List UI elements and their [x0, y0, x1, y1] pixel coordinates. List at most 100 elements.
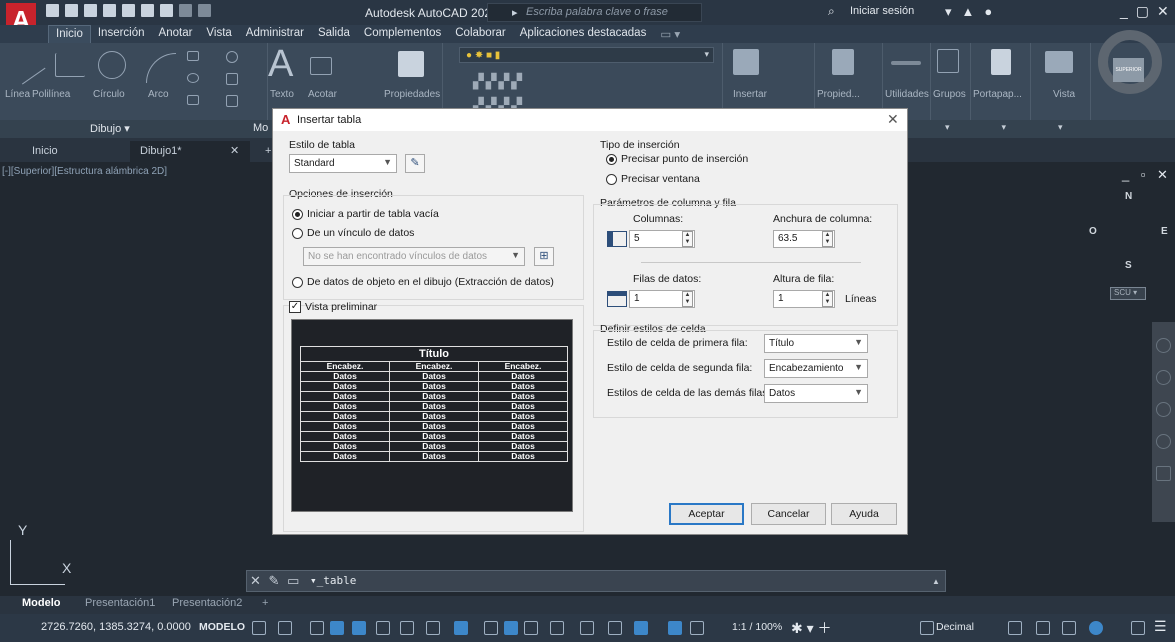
- ribbon-tab-inicio[interactable]: Inicio: [48, 25, 91, 43]
- radio-data-extraction-label[interactable]: De datos de objeto en el dibujo (Extracc…: [307, 276, 554, 288]
- copy-icon[interactable]: [226, 73, 238, 85]
- lock-ui-icon[interactable]: [1036, 621, 1050, 635]
- ribbon-tab-anotar[interactable]: Anotar: [152, 25, 200, 43]
- add-layout-icon[interactable]: +: [262, 597, 268, 609]
- table-style-combo[interactable]: Standard ▼: [289, 154, 397, 173]
- zoom-icon[interactable]: [1156, 402, 1171, 417]
- lineweight-icon[interactable]: [484, 621, 498, 635]
- object-snap-icon[interactable]: [454, 621, 468, 635]
- save-as-icon[interactable]: [103, 4, 116, 17]
- undo-icon[interactable]: [179, 4, 192, 17]
- plot-icon[interactable]: [141, 4, 154, 17]
- viewport-window-controls[interactable]: _ ▫ ✕: [1122, 167, 1172, 183]
- dialog-close-icon[interactable]: ✕: [887, 111, 899, 128]
- grid-icon[interactable]: [252, 621, 266, 635]
- close-command-icon[interactable]: ✕: [250, 573, 261, 588]
- viewcube-face[interactable]: SUPERIOR: [1113, 58, 1144, 82]
- data-link-manager-button[interactable]: ⊞: [534, 247, 554, 266]
- ribbon-tab-administrar[interactable]: Administrar: [239, 25, 311, 43]
- snap-icon[interactable]: [278, 621, 292, 635]
- circle-icon[interactable]: [98, 51, 126, 79]
- tab-close-icon[interactable]: ✕: [230, 144, 239, 157]
- preview-checkbox[interactable]: ✓: [289, 301, 301, 313]
- print-icon[interactable]: [160, 4, 173, 17]
- ribbon-tab-vista[interactable]: Vista: [199, 25, 238, 43]
- radio-data-link[interactable]: [292, 228, 303, 239]
- rectangle-icon[interactable]: [187, 51, 199, 61]
- help-icon[interactable]: ●: [984, 4, 992, 20]
- showmotion-icon[interactable]: [1156, 466, 1171, 481]
- other-rows-style-combo[interactable]: Datos ▼: [764, 384, 868, 403]
- units-icon[interactable]: [920, 621, 934, 635]
- redo-icon[interactable]: [198, 4, 211, 17]
- move-icon[interactable]: [226, 51, 238, 63]
- tab-dibujo1[interactable]: Dibujo1* ✕: [130, 141, 250, 162]
- restore-icon[interactable]: ▢: [1136, 3, 1157, 19]
- transparency-icon[interactable]: [504, 621, 518, 635]
- ribbon-tab-complementos[interactable]: Complementos: [357, 25, 448, 43]
- radio-insertion-point-label[interactable]: Precisar punto de inserción: [621, 153, 748, 165]
- search-input[interactable]: Escriba palabra clave o frase: [487, 3, 702, 22]
- cart-icon[interactable]: ▾: [945, 4, 952, 20]
- customize-icon[interactable]: ✎: [269, 573, 280, 588]
- object-snap-tracking-icon[interactable]: [426, 621, 440, 635]
- annotation-visibility-icon[interactable]: [668, 621, 682, 635]
- modify-panel-title[interactable]: Mo: [253, 122, 268, 134]
- hatch-icon[interactable]: [187, 95, 199, 105]
- web-mobile-icon[interactable]: [122, 4, 135, 17]
- annotation-scale[interactable]: 1:1 / 100%: [732, 621, 782, 633]
- ribbon-tab-aplicaciones[interactable]: Aplicaciones destacadas: [513, 25, 654, 43]
- group-icon[interactable]: [937, 49, 959, 73]
- 3d-osnap-icon[interactable]: [550, 621, 564, 635]
- open-icon[interactable]: [65, 4, 78, 17]
- infer-constraints-icon[interactable]: [310, 621, 324, 635]
- signin-link[interactable]: Iniciar sesión: [850, 5, 914, 17]
- tab-inicio[interactable]: Inicio: [22, 141, 68, 162]
- radio-empty-table-label[interactable]: Iniciar a partir de tabla vacía: [307, 208, 439, 220]
- model-space-toggle[interactable]: MODELO: [199, 621, 245, 633]
- panel-expanders[interactable]: ▾▾▾: [945, 122, 1115, 133]
- properties-icon[interactable]: [398, 51, 424, 77]
- data-rows-spinner[interactable]: ▲ ▼: [682, 291, 693, 307]
- workspace-icon[interactable]: ✱ ▾ ＋: [791, 618, 832, 638]
- tab-layout1[interactable]: Presentación1: [85, 597, 155, 609]
- search-icon[interactable]: ⌕: [828, 4, 835, 19]
- radio-data-link-label[interactable]: De un vínculo de datos: [307, 227, 414, 239]
- second-row-style-combo[interactable]: Encabezamiento ▼: [764, 359, 868, 378]
- radio-data-extraction[interactable]: [292, 277, 303, 288]
- measure-icon[interactable]: [891, 61, 921, 65]
- polar-icon[interactable]: [376, 621, 390, 635]
- preview-checkbox-label[interactable]: Vista preliminar: [305, 301, 377, 313]
- save-icon[interactable]: [84, 4, 97, 17]
- selection-cycling-icon[interactable]: [524, 621, 538, 635]
- radio-empty-table[interactable]: [292, 209, 303, 220]
- radio-window-label[interactable]: Precisar ventana: [621, 173, 700, 185]
- steering-wheel-icon[interactable]: [1156, 338, 1171, 353]
- autodesk-a360-icon[interactable]: ▲: [962, 4, 975, 20]
- viewport-controls[interactable]: [-][Superior][Estructura alámbrica 2D]: [2, 166, 167, 177]
- clean-screen-icon[interactable]: [1131, 621, 1145, 635]
- radio-insertion-point[interactable]: [606, 154, 617, 165]
- view-icon[interactable]: [1045, 51, 1073, 73]
- dynamic-ucs-icon[interactable]: [580, 621, 594, 635]
- new-icon[interactable]: [46, 4, 59, 17]
- dimension-icon[interactable]: [310, 57, 332, 75]
- minimize-icon[interactable]: _: [1120, 3, 1136, 19]
- radio-window[interactable]: [606, 174, 617, 185]
- ribbon-minimize-icon[interactable]: ▭ ▾: [653, 25, 687, 43]
- hardware-acceleration-icon[interactable]: [1089, 621, 1103, 635]
- selection-filter-icon[interactable]: [608, 621, 622, 635]
- ok-button[interactable]: Aceptar: [669, 503, 744, 525]
- polyline-icon[interactable]: [55, 53, 85, 77]
- customization-menu-icon[interactable]: ☰: [1154, 618, 1167, 635]
- isodraft-icon[interactable]: [400, 621, 414, 635]
- first-row-style-combo[interactable]: Título ▼: [764, 334, 868, 353]
- tab-model[interactable]: Modelo: [22, 597, 61, 609]
- col-width-spinner[interactable]: ▲ ▼: [822, 231, 833, 247]
- quick-properties-icon[interactable]: [1008, 621, 1022, 635]
- stretch-icon[interactable]: [226, 95, 238, 107]
- dynamic-input-icon[interactable]: [330, 621, 344, 635]
- wcs-menu[interactable]: SCU ▾: [1110, 287, 1146, 300]
- ortho-icon[interactable]: [352, 621, 366, 635]
- table-style-dialog-button[interactable]: ✎: [405, 154, 425, 173]
